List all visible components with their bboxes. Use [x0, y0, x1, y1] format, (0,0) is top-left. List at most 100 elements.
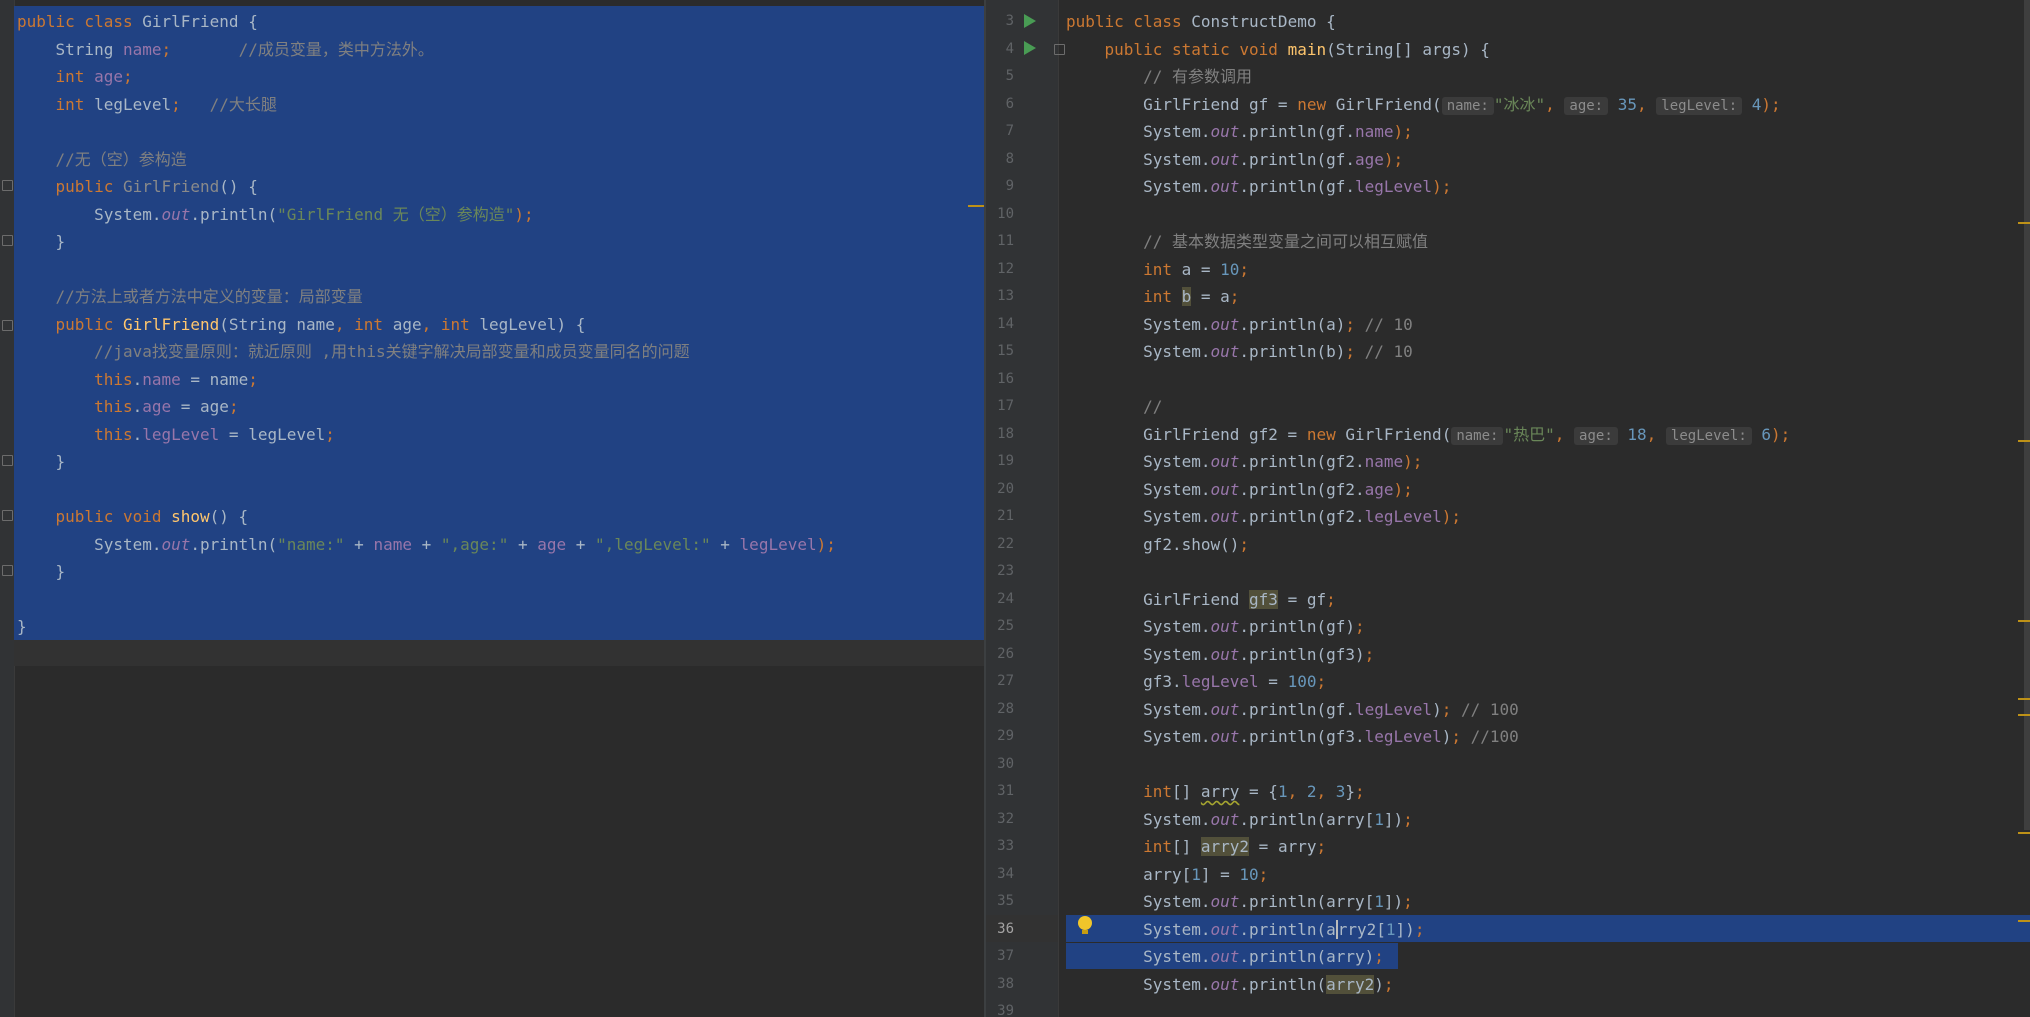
code-token: 1 — [1385, 919, 1396, 939]
left-code-line[interactable]: public class GirlFriend { — [17, 8, 258, 36]
left-code-line[interactable]: //java找变量原则：就近原则 ,用this关键字解决局部变量和成员变量同名的… — [17, 338, 690, 366]
left-code-line[interactable]: String name; //成员变量，类中方法外。 — [17, 36, 434, 64]
right-code-line[interactable]: System.out.println(arry2); — [1066, 971, 1394, 999]
code-token: age — [392, 314, 422, 334]
code-token: System. — [1066, 699, 1211, 719]
right-code-line[interactable]: System.out.println(gf.legLevel); — [1066, 173, 1451, 201]
code-token: ; — [1239, 534, 1250, 554]
code-token: System. — [1066, 727, 1211, 746]
left-gutter — [0, 0, 15, 1017]
right-code-line[interactable]: // — [1066, 393, 1162, 421]
code-token: public static void — [1104, 39, 1288, 59]
left-code-line[interactable]: System.out.println("name:" + name + ",ag… — [17, 531, 836, 559]
right-code-line[interactable]: int b = a; — [1066, 283, 1239, 311]
right-code-line[interactable]: System.out.println(gf); — [1066, 613, 1365, 641]
parameter-hint: legLevel: — [1665, 426, 1752, 445]
right-code-line[interactable]: System.out.println(arry[1]); — [1066, 806, 1413, 834]
fold-icon[interactable] — [2, 180, 13, 191]
left-code-line[interactable]: } — [17, 613, 27, 641]
left-code-line[interactable]: } — [17, 448, 66, 476]
right-code-line[interactable]: System.out.println(gf3.legLevel); //100 — [1066, 723, 1519, 751]
left-code-line[interactable]: //方法上或者方法中定义的变量：局部变量 — [17, 283, 363, 311]
code-token: .println(gf2. — [1239, 452, 1365, 471]
right-code-line[interactable]: System.out.println(a); // 10 — [1066, 311, 1413, 339]
left-editor-pane[interactable]: public class GirlFriend { String name; /… — [0, 0, 986, 1017]
right-code-line[interactable]: System.out.println(a rry2[1]); — [1066, 916, 1424, 944]
right-code-line[interactable]: // 基本数据类型变量之间可以相互赋值 — [1066, 228, 1428, 256]
left-code-line[interactable]: public GirlFriend(String name, int age, … — [17, 311, 586, 339]
line-number: 6 — [1005, 95, 1014, 112]
code-token: System. — [17, 534, 162, 554]
left-code-line[interactable]: this.age = age; — [17, 393, 239, 421]
right-code-line[interactable]: int[] arry = {1, 2, 3}; — [1066, 778, 1365, 806]
left-code-line[interactable]: public void show() { — [17, 503, 249, 531]
run-icon[interactable] — [1024, 14, 1036, 28]
right-code-line[interactable]: // 有参数调用 — [1066, 63, 1252, 91]
right-code-line[interactable]: System.out.println(arry[1]); — [1066, 888, 1413, 916]
fold-icon[interactable] — [2, 320, 13, 331]
code-token: .println(arry[ — [1239, 892, 1375, 911]
run-icon[interactable] — [1024, 41, 1036, 55]
right-code-line[interactable]: System.out.println(gf.legLevel); // 100 — [1066, 696, 1519, 724]
code-token: out — [1210, 919, 1240, 939]
code-token: .println(b) — [1239, 342, 1346, 361]
right-code-line[interactable]: System.out.println(gf2.age); — [1066, 476, 1413, 504]
right-code-line[interactable]: gf2.show(); — [1066, 531, 1249, 559]
right-code-line[interactable]: System.out.println(gf2.legLevel); — [1066, 503, 1461, 531]
code-token: ]) — [1383, 892, 1404, 911]
right-code-line[interactable]: gf3.legLevel = 100; — [1066, 668, 1326, 696]
code-token: GirlFriend( — [1345, 424, 1452, 444]
left-code-line[interactable]: this.name = name; — [17, 366, 258, 394]
code-token: .println(gf. — [1239, 177, 1355, 196]
right-code-line[interactable]: GirlFriend gf2 = new GirlFriend(name: "热巴… — [1066, 421, 1790, 449]
left-code-line[interactable]: } — [17, 558, 66, 586]
code-token: ] = — [1200, 864, 1240, 884]
left-code-line[interactable]: //无（空）参构造 — [17, 146, 187, 174]
code-token: () { — [219, 177, 258, 196]
code-token: ); — [1771, 424, 1791, 444]
right-code-line[interactable]: public static void main(String[] args) { — [1066, 36, 1490, 64]
left-code-line[interactable]: } — [17, 228, 66, 256]
left-code-line[interactable]: int legLevel; //大长腿 — [17, 91, 277, 119]
code-token: 1 — [1191, 864, 1201, 884]
left-code-line[interactable]: public GirlFriend() { — [17, 173, 258, 201]
code-token: . — [132, 424, 143, 444]
right-code-line[interactable]: GirlFriend gf = new GirlFriend(name: "冰冰"… — [1066, 91, 1781, 119]
code-token: legLevel — [94, 94, 172, 114]
fold-icon[interactable] — [2, 565, 13, 576]
fold-icon[interactable] — [1054, 44, 1065, 55]
line-number: 16 — [997, 370, 1014, 387]
left-code-line[interactable]: this.legLevel = legLevel; — [17, 421, 335, 449]
code-token: 4 — [1742, 94, 1762, 114]
code-token: ",legLevel:" — [595, 534, 711, 554]
right-code-line[interactable]: public class ConstructDemo { — [1066, 8, 1336, 36]
right-code-line[interactable]: arry[1] = 10; — [1066, 861, 1268, 889]
code-token: arry — [1200, 782, 1240, 801]
right-code-line[interactable]: GirlFriend gf3 = gf; — [1066, 586, 1336, 614]
code-token: System. — [1066, 892, 1211, 911]
left-code-line[interactable]: System.out.println("GirlFriend 无（空）参构造")… — [17, 201, 534, 229]
line-number: 35 — [997, 893, 1014, 909]
code-token: System. — [1066, 122, 1211, 141]
fold-icon[interactable] — [2, 510, 13, 521]
right-code-line[interactable]: System.out.println(gf.name); — [1066, 118, 1413, 146]
right-code-line[interactable]: System.out.println(gf.age); — [1066, 146, 1403, 174]
right-editor-pane[interactable]: 3 4 5 6 7 8 9 10 11 12 13 14 15 16 17 18 19 20 21 22 23 24 25 2… — [986, 0, 2030, 1017]
code-token: GirlFriend — [122, 314, 220, 334]
line-number: 14 — [997, 315, 1014, 332]
right-code-line[interactable]: int a = 10; — [1066, 256, 1249, 284]
code-token: out — [1210, 177, 1240, 196]
fold-icon[interactable] — [2, 235, 13, 246]
right-code-line[interactable]: System.out.println(arry); — [1066, 943, 1384, 971]
left-code-line[interactable]: int age; — [17, 63, 133, 91]
vertical-scrollbar[interactable] — [2024, 0, 2030, 830]
fold-icon[interactable] — [2, 455, 13, 466]
code-token: = gf — [1277, 589, 1327, 609]
right-code-line[interactable]: System.out.println(b); // 10 — [1066, 338, 1413, 366]
right-code-line[interactable]: System.out.println(gf3); — [1066, 641, 1374, 669]
right-code-line[interactable]: int[] arry2 = arry; — [1066, 833, 1326, 861]
right-code-line[interactable]: System.out.println(gf2.name); — [1066, 448, 1422, 476]
